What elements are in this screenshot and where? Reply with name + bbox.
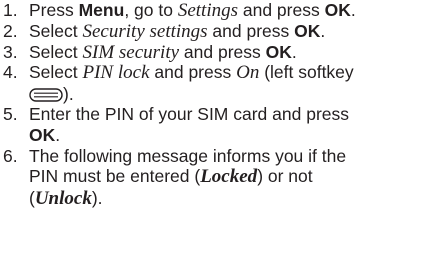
text-segment: and press xyxy=(149,62,237,83)
left-softkey-icon xyxy=(29,87,63,102)
text-segment: and press xyxy=(179,41,266,62)
text-segment: (left softkey xyxy=(259,62,354,83)
ok-key-label: OK xyxy=(294,20,321,41)
menu-key-label: Menu xyxy=(78,0,125,20)
text-segment: Press xyxy=(29,0,79,20)
unlock-status-label: Unlock xyxy=(34,188,92,210)
text-segment: Select xyxy=(29,62,83,83)
settings-menu-label: Settings xyxy=(177,0,238,21)
step-4: 4. Select PIN lock and press On (left so… xyxy=(0,62,423,104)
step-number: 3. xyxy=(3,41,18,62)
ok-key-label: OK xyxy=(324,0,351,20)
text-segment: The following message informs you if the xyxy=(29,145,347,166)
step-text: Select Security settings and press OK. xyxy=(29,21,423,43)
text-segment: and press xyxy=(238,0,325,20)
text-segment: Select xyxy=(29,20,83,41)
locked-status-label: Locked xyxy=(200,166,258,188)
step-3: 3. Select SIM security and press OK. xyxy=(0,42,423,63)
step-2: 2. Select Security settings and press OK… xyxy=(0,21,423,42)
pin-lock-label: PIN lock xyxy=(82,62,150,84)
step-5: 5. Enter the PIN of your SIM card and pr… xyxy=(0,104,423,146)
step-text: Select SIM security and press OK. xyxy=(29,42,423,64)
security-settings-label: Security settings xyxy=(82,20,208,42)
step-text: The following message informs you if the… xyxy=(29,146,423,210)
step-6: 6. The following message informs you if … xyxy=(0,145,423,210)
ok-key-label: OK xyxy=(265,41,292,62)
step-number: 6. xyxy=(3,145,18,166)
step-text: Enter the PIN of your SIM card and press… xyxy=(29,104,423,146)
text-segment: Enter the PIN of your SIM card and press xyxy=(29,103,350,124)
on-option-label: On xyxy=(236,62,260,84)
text-segment: . xyxy=(320,20,326,41)
sim-security-label: SIM security xyxy=(82,41,180,63)
ok-key-label: OK xyxy=(29,124,56,145)
text-segment: . xyxy=(350,0,356,20)
step-number: 1. xyxy=(3,0,18,20)
step-number: 4. xyxy=(3,62,18,83)
step-text: Select PIN lock and press On (left softk… xyxy=(29,62,423,105)
text-segment: . xyxy=(55,124,61,145)
text-segment: and press xyxy=(207,20,295,41)
instruction-steps: 1. Press Menu, go to Settings and press … xyxy=(0,0,423,210)
text-segment: ) or not xyxy=(257,166,313,187)
step-1: 1. Press Menu, go to Settings and press … xyxy=(0,0,423,21)
step-number: 5. xyxy=(3,103,18,124)
text-segment: PIN must be entered ( xyxy=(29,166,201,187)
text-segment: . xyxy=(291,41,297,62)
text-segment: , go to xyxy=(124,0,178,20)
text-segment: ). xyxy=(91,188,103,209)
text-segment: Select xyxy=(29,41,83,62)
step-text: Press Menu, go to Settings and press OK. xyxy=(29,0,423,22)
step-number: 2. xyxy=(3,20,18,41)
text-segment: ). xyxy=(63,84,74,105)
